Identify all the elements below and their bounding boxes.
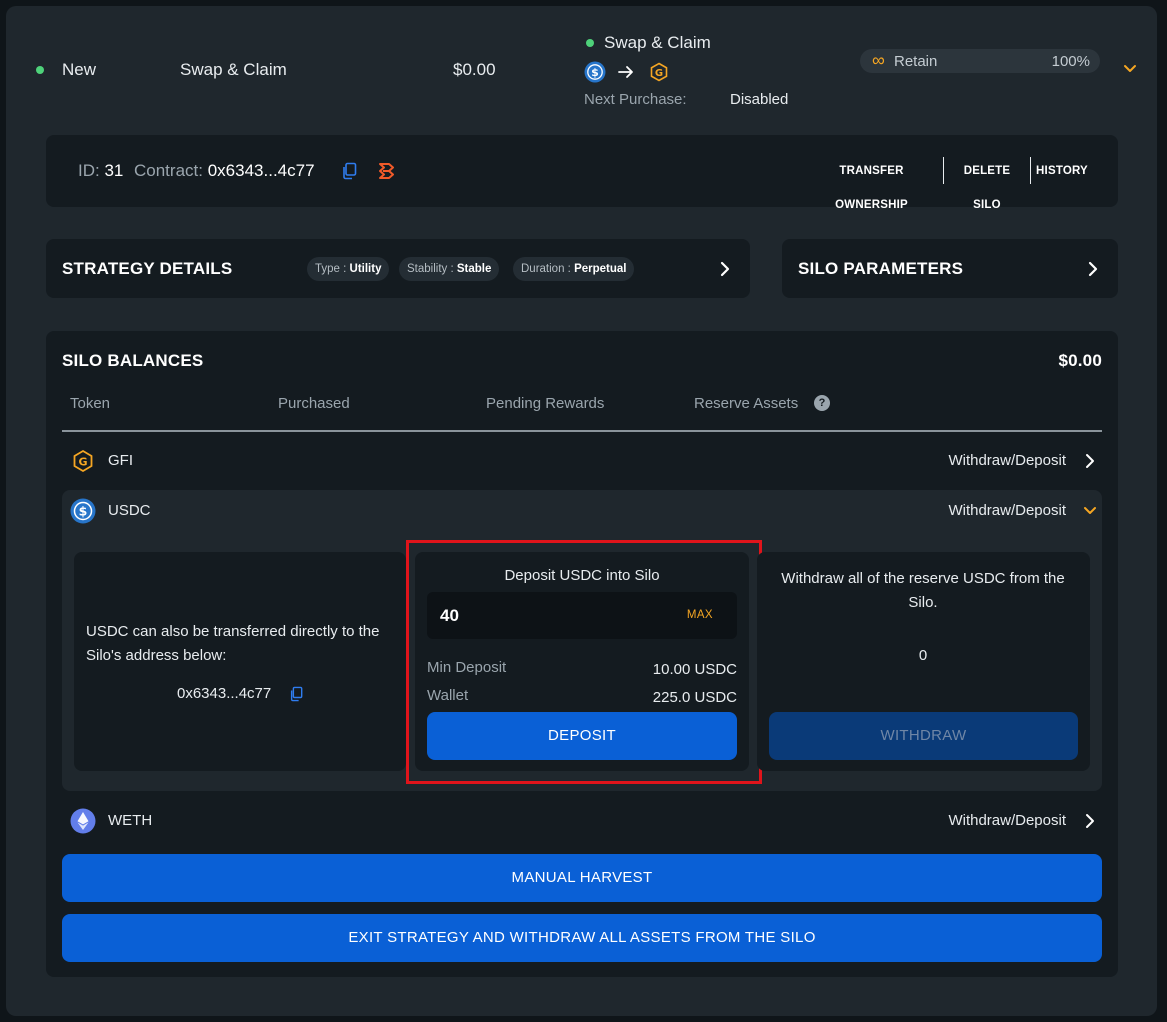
stability-badge: Stability : Stable: [399, 257, 500, 281]
wallet-value: 225.0 USDC: [652, 689, 737, 706]
gfi-icon: G: [650, 62, 668, 82]
wallet-label: Wallet: [427, 687, 469, 704]
contract-value: 0x6343...4c77: [207, 161, 315, 180]
chevron-down-icon[interactable]: [1123, 64, 1137, 74]
min-deposit-value: 10.00 USDC: [652, 661, 737, 678]
arrow-right-icon: [618, 66, 633, 78]
badge-label: Duration :: [521, 263, 571, 275]
svg-text:G: G: [78, 456, 87, 469]
deposit-amount-input[interactable]: 40 MAX: [427, 592, 737, 639]
badge-label: Type :: [315, 263, 347, 275]
silo-value: $0.00: [453, 60, 496, 79]
chevron-down-icon[interactable]: [1083, 506, 1097, 516]
status-dot: [36, 66, 44, 74]
duration-badge: Duration : Perpetual: [513, 257, 635, 281]
token-symbol: USDC: [108, 502, 151, 519]
next-purchase-label: Next Purchase:: [584, 91, 687, 108]
silo-balances-total: $0.00: [1058, 351, 1102, 370]
gfi-token-icon: G: [73, 449, 93, 473]
chevron-right-icon[interactable]: [1084, 813, 1096, 829]
table-divider: [62, 430, 1102, 432]
column-reserve-assets: Reserve Assets: [694, 395, 799, 412]
strategy-name: Swap & Claim: [180, 60, 287, 79]
withdraw-deposit-toggle[interactable]: Withdraw/Deposit: [948, 502, 1066, 519]
strategy-details-title: STRATEGY DETAILS: [62, 259, 233, 278]
divider: [1030, 157, 1031, 184]
retain-percent: 100%: [1051, 53, 1090, 70]
deposit-amount-value: 40: [440, 606, 459, 625]
chevron-right-icon[interactable]: [1087, 261, 1099, 277]
badge-value: Perpetual: [574, 263, 627, 275]
contract-label: Contract:: [134, 161, 203, 180]
usdc-token-icon: $: [70, 498, 96, 524]
badge-value: Utility: [349, 263, 382, 275]
deposit-title: Deposit USDC into Silo: [504, 567, 660, 584]
column-pending-rewards: Pending Rewards: [486, 395, 605, 412]
chevron-right-icon[interactable]: [1084, 453, 1096, 469]
status-text: New: [62, 60, 97, 79]
token-row-weth[interactable]: [62, 800, 1102, 842]
max-button[interactable]: MAX: [687, 609, 713, 621]
token-symbol: GFI: [108, 452, 133, 469]
silo-balances-title: SILO BALANCES: [62, 351, 204, 370]
weth-token-icon: [70, 808, 96, 834]
deposit-button[interactable]: DEPOSIT: [427, 712, 737, 760]
manual-harvest-button[interactable]: MANUAL HARVEST: [62, 854, 1102, 902]
help-icon[interactable]: ?: [814, 395, 830, 411]
min-deposit-label: Min Deposit: [427, 659, 507, 676]
svg-text:G: G: [655, 68, 663, 79]
badge-label: Stability :: [407, 263, 454, 275]
silo-id: ID: 31: [78, 161, 123, 181]
copy-icon[interactable]: [289, 686, 303, 702]
svg-text:$: $: [79, 504, 88, 519]
copy-icon[interactable]: [341, 162, 357, 180]
transfer-ownership-button[interactable]: TRANSFER OWNERSHIP: [806, 154, 937, 211]
badge-value: Stable: [456, 263, 492, 275]
column-purchased: Purchased: [278, 395, 350, 412]
exit-strategy-button[interactable]: EXIT STRATEGY AND WITHDRAW ALL ASSETS FR…: [62, 914, 1102, 962]
withdraw-deposit-toggle[interactable]: Withdraw/Deposit: [948, 812, 1066, 829]
usdc-icon: $: [584, 61, 606, 83]
withdraw-amount: 0: [918, 647, 928, 664]
delete-silo-button[interactable]: DELETE SILO: [950, 154, 1024, 211]
withdraw-deposit-toggle[interactable]: Withdraw/Deposit: [948, 452, 1066, 469]
history-button[interactable]: HISTORY: [1036, 154, 1088, 188]
token-row-gfi[interactable]: [62, 440, 1102, 482]
chevron-right-icon[interactable]: [719, 261, 731, 277]
silo-parameters-title: SILO PARAMETERS: [798, 259, 964, 278]
svg-text:$: $: [591, 66, 599, 79]
action-status-dot: [586, 39, 594, 47]
id-value: 31: [104, 161, 124, 180]
contract-address: Contract: 0x6343...4c77: [134, 161, 315, 181]
transfer-note: USDC can also be transferred directly to…: [86, 623, 380, 664]
next-purchase-value: Disabled: [730, 91, 789, 108]
infinity-icon: ∞: [872, 50, 885, 70]
action-title: Swap & Claim: [604, 33, 711, 52]
retain-indicator: ∞ Retain 100%: [860, 49, 1100, 73]
silo-address: 0x6343...4c77: [177, 685, 272, 702]
column-token: Token: [70, 395, 111, 412]
retain-label: Retain: [894, 53, 938, 70]
withdraw-button[interactable]: WITHDRAW: [769, 712, 1078, 760]
token-symbol: WETH: [108, 812, 153, 829]
divider: [943, 157, 944, 184]
type-badge: Type : Utility: [307, 257, 390, 281]
withdraw-title: Withdraw all of the reserve USDC from th…: [781, 570, 1065, 611]
explorer-link-icon[interactable]: [378, 162, 396, 180]
id-label: ID:: [78, 161, 100, 180]
